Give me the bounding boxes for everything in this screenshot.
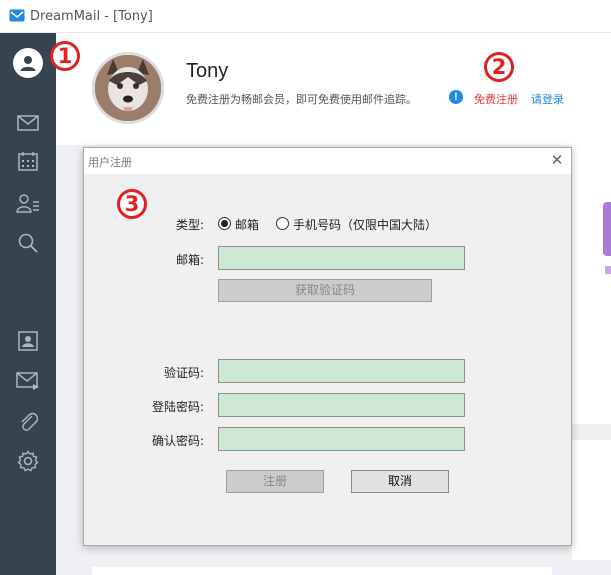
code-label: 验证码: <box>163 366 204 380</box>
app-logo-icon <box>9 9 25 22</box>
calendar-icon <box>18 152 38 171</box>
sidebar-item-attachment[interactable] <box>0 403 56 439</box>
sidebar-item-compose[interactable] <box>0 363 56 399</box>
attachment-icon <box>21 412 38 431</box>
sidebar-item-contacts[interactable] <box>0 185 56 221</box>
confirm-password-field[interactable] <box>218 427 465 451</box>
background-panel <box>572 142 611 424</box>
type-label: 类型: <box>175 218 204 232</box>
dialog-title: 用户注册 <box>88 156 132 169</box>
sidebar-item-search[interactable] <box>0 225 56 261</box>
email-field[interactable] <box>218 246 465 270</box>
window-titlebar: DreamMail - [Tony] <box>0 0 611 33</box>
cancel-button[interactable]: 取消 <box>351 470 449 493</box>
password-label: 登陆密码: <box>151 400 204 414</box>
register-dialog: 用户注册 ✕ 3 类型: 邮箱 手机号码（仅限中国大陆） 邮箱: 获取验证码 验… <box>83 147 572 546</box>
app-tile-label <box>605 266 611 274</box>
radio-phone[interactable] <box>276 217 289 230</box>
get-code-button[interactable]: 获取验证码 <box>218 279 432 302</box>
annotation-marker-1: 1 <box>50 41 80 71</box>
address-book-icon <box>18 331 38 351</box>
annotation-marker-3: 3 <box>117 189 147 219</box>
info-icon: ! <box>449 90 463 104</box>
register-button[interactable]: 注册 <box>226 470 324 493</box>
settings-icon <box>17 450 39 472</box>
user-avatar[interactable] <box>92 52 164 124</box>
annotation-marker-2: 2 <box>484 52 514 82</box>
compose-icon <box>16 372 39 390</box>
dialog-titlebar: 用户注册 ✕ <box>84 148 571 174</box>
sidebar-item-settings[interactable] <box>0 443 56 479</box>
code-field[interactable] <box>218 359 465 383</box>
sidebar-item-mail[interactable] <box>0 105 56 141</box>
sidebar-item-calendar[interactable] <box>0 143 56 179</box>
user-name: Tony <box>186 60 229 82</box>
radio-email[interactable] <box>218 217 231 230</box>
window-title: DreamMail - [Tony] <box>30 9 153 24</box>
contacts-icon <box>16 194 39 213</box>
close-icon[interactable]: ✕ <box>548 152 566 170</box>
background-panel-lower <box>572 440 611 560</box>
email-label: 邮箱: <box>175 253 204 267</box>
register-link[interactable]: 免费注册 <box>474 91 518 107</box>
radio-email-label[interactable]: 邮箱 <box>235 216 259 233</box>
sidebar <box>0 33 56 575</box>
sidebar-item-account[interactable] <box>0 45 56 81</box>
confirm-password-label: 确认密码: <box>151 434 204 448</box>
mail-icon <box>17 115 39 131</box>
radio-phone-label[interactable]: 手机号码（仅限中国大陆） <box>293 216 437 233</box>
background-panel-bottom <box>92 567 552 575</box>
app-tile-icon[interactable] <box>603 202 611 256</box>
promo-text: 免费注册为畅邮会员，即可免费使用邮件追踪。 <box>186 93 417 106</box>
password-field[interactable] <box>218 393 465 417</box>
sidebar-item-address-book[interactable] <box>0 323 56 359</box>
account-icon <box>13 48 43 78</box>
login-link[interactable]: 请登录 <box>531 91 564 107</box>
search-icon <box>18 233 38 253</box>
